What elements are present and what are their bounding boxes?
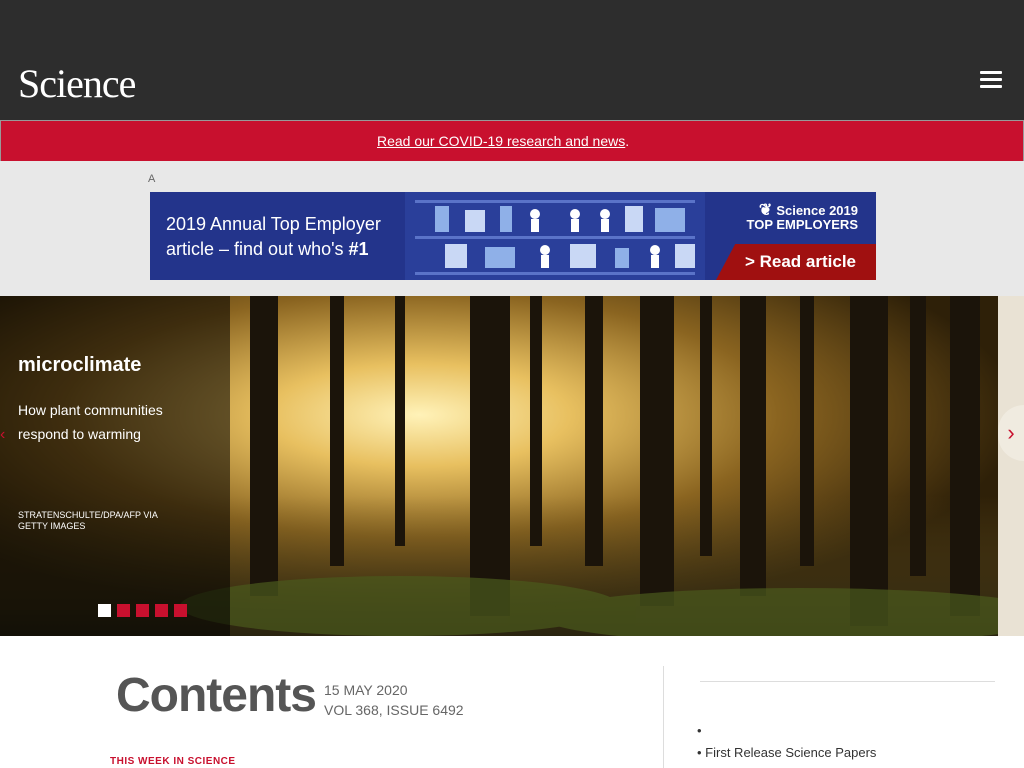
sidebar-list: • • First Release Science Papers bbox=[697, 720, 876, 764]
column-divider bbox=[663, 666, 664, 768]
contents-section: Contents 15 MAY 2020 VOL 368, ISSUE 6492… bbox=[0, 636, 1024, 768]
hero-title[interactable]: microclimate bbox=[18, 354, 141, 377]
this-week-in-science-heading: THIS WEEK IN SCIENCE bbox=[110, 756, 236, 767]
contents-heading: Contents bbox=[116, 669, 317, 722]
hero-description: How plant communities respond to warming bbox=[18, 402, 163, 442]
first-release-link[interactable]: First Release Science Papers bbox=[705, 745, 876, 760]
carousel-dot[interactable] bbox=[155, 604, 168, 617]
science-logo[interactable]: Science bbox=[18, 62, 136, 106]
covid-research-link[interactable]: Read our COVID-19 research and news. bbox=[377, 133, 629, 149]
hero-photo-credit: STRATENSCHULTE/DPA/AFP VIA GETTY IMAGES bbox=[18, 510, 158, 531]
chevron-left-icon[interactable]: ‹ bbox=[0, 420, 12, 450]
sidebar-rule bbox=[700, 681, 995, 682]
covid-banner: Read our COVID-19 research and news. bbox=[0, 120, 1024, 162]
read-article-button[interactable]: > Read article bbox=[716, 244, 876, 280]
carousel-dot[interactable] bbox=[174, 604, 187, 617]
list-item: • bbox=[697, 723, 702, 738]
top-utility-bar bbox=[0, 0, 1024, 47]
carousel-dot[interactable] bbox=[136, 604, 149, 617]
carousel-dot[interactable] bbox=[98, 604, 111, 617]
ad-label: A bbox=[148, 173, 156, 185]
issue-volume: VOL 368, ISSUE 6492 bbox=[324, 702, 464, 718]
hamburger-icon[interactable] bbox=[980, 71, 1002, 91]
main-header: Science bbox=[0, 46, 1024, 120]
hero-caption-panel: microclimate How plant communities respo… bbox=[0, 296, 230, 636]
ad-lab-illustration bbox=[405, 192, 705, 280]
carousel-dot[interactable] bbox=[117, 604, 130, 617]
ad-banner-iframe[interactable]: 2019 Annual Top Employer article – find … bbox=[150, 192, 876, 280]
hero-carousel[interactable]: microclimate How plant communities respo… bbox=[0, 296, 998, 636]
ad-title: 2019 Annual Top Employer article – find … bbox=[166, 214, 381, 259]
ad-area: A 2019 Annual Top Employer article – fin… bbox=[0, 161, 1024, 296]
carousel-dots bbox=[98, 604, 193, 622]
next-slide-peek bbox=[998, 296, 1024, 636]
science-top-employers-logo: ❦ Science 2019 TOP EMPLOYERS bbox=[746, 202, 859, 232]
issue-date: 15 MAY 2020 bbox=[324, 682, 408, 698]
list-item: • First Release Science Papers bbox=[697, 745, 877, 760]
